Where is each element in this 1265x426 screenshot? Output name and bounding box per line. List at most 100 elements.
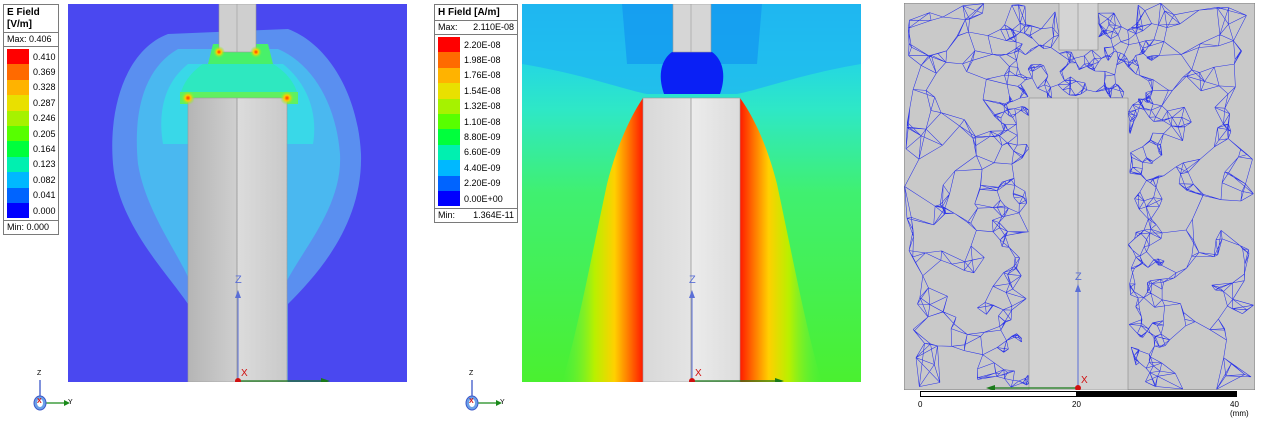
hfield-scale-swatch — [438, 190, 460, 207]
hfield-scale-row: 1.32E-08 — [438, 98, 514, 114]
hfield-plot-svg — [522, 4, 861, 382]
hfield-color-scale: 2.20E-08 1.98E-08 1.76E-08 1.54E-08 1.32E-08… — [435, 35, 517, 208]
hfield-scale-row: 1.10E-08 — [438, 113, 514, 130]
efield-scale-row: 0.287 — [7, 95, 56, 111]
hfield-scale-value: 1.10E-08 — [464, 116, 501, 127]
axis-triad-icon: Z X Y — [28, 370, 78, 416]
efield-plot: Z X — [68, 4, 407, 382]
hfield-scale-value: 1.98E-08 — [464, 55, 501, 66]
hfield-scale-value: 2.20E-08 — [464, 39, 501, 50]
efield-scale-value: 0.328 — [33, 82, 56, 93]
efield-scale-row: 0.082 — [7, 172, 56, 188]
hfield-scale-row: 1.76E-08 — [438, 67, 514, 84]
hfield-scale-row: 4.40E-09 — [438, 160, 514, 176]
efield-scale-swatch — [7, 156, 29, 173]
triad-x-label: X — [37, 398, 42, 405]
efield-scale-row: 0.328 — [7, 79, 56, 96]
efield-scale-swatch — [7, 187, 29, 203]
hfield-scale-value: 0.00E+00 — [464, 193, 503, 204]
efield-scale-value: 0.000 — [33, 205, 56, 216]
triad-z-label: Z — [37, 370, 42, 377]
efield-scale-row: 0.205 — [7, 125, 56, 142]
hfield-scale-row: 1.98E-08 — [438, 52, 514, 68]
efield-scale-value: 0.246 — [33, 113, 56, 124]
hfield-scale-row: 2.20E-09 — [438, 175, 514, 191]
hfield-legend: H Field [A/m] Max: 2.110E-08 2.20E-08 1.9… — [434, 4, 518, 224]
hfield-scale-row: 2.20E-08 — [438, 37, 514, 53]
triad-z-label: Z — [469, 370, 474, 377]
hfield-scale-swatch — [438, 83, 460, 99]
efield-scale-row: 0.246 — [7, 110, 56, 126]
efield-scale-value: 0.287 — [33, 97, 56, 108]
efield-scale-row: 0.000 — [7, 202, 56, 219]
efield-scale-swatch — [7, 141, 29, 157]
hfield-scale-value: 1.54E-08 — [464, 85, 501, 96]
efield-max: Max: 0.406 — [4, 32, 58, 47]
efield-scale-value: 0.082 — [33, 174, 56, 185]
efield-x-axis-label: X — [241, 368, 248, 379]
hfield-max-value: 2.110E-08 — [473, 22, 514, 32]
efield-scale-value: 0.410 — [33, 51, 56, 62]
hfield-scale-row: 0.00E+00 — [438, 190, 514, 207]
scale-bar-white-segment — [920, 391, 1077, 397]
efield-scale-row: 0.123 — [7, 156, 56, 173]
efield-min: Min: 0.000 — [4, 220, 58, 234]
hfield-z-axis-label: Z — [689, 274, 696, 286]
hfield-min-label: Min: — [438, 210, 456, 221]
efield-scale-swatch — [7, 110, 29, 126]
efield-scale-swatch — [7, 79, 29, 96]
efield-scale-swatch — [7, 172, 29, 188]
scale-bar-black-segment — [1077, 391, 1237, 397]
hfield-scale-row: 1.54E-08 — [438, 83, 514, 99]
efield-scale-swatch — [7, 125, 29, 142]
hfield-scale-swatch — [438, 113, 460, 130]
hfield-max: Max: 2.110E-08 — [435, 20, 517, 35]
efield-scale-value: 0.205 — [33, 128, 56, 139]
hfield-scale-swatch — [438, 52, 460, 68]
efield-legend-title: E Field [V/m] — [4, 5, 58, 32]
scale-tick-20: 20 — [1072, 400, 1081, 409]
mesh-z-axis-label: Z — [1075, 271, 1082, 283]
hfield-scale-value: 2.20E-09 — [464, 178, 501, 189]
hfield-legend-title: H Field [A/m] — [438, 7, 500, 18]
axis-triad-icon: Z X Y — [460, 370, 510, 416]
hfield-scale-swatch — [438, 98, 460, 114]
hfield-scale-row: 8.80E-09 — [438, 129, 514, 145]
efield-scale-value: 0.041 — [33, 190, 56, 201]
hfield-scale-swatch — [438, 67, 460, 84]
hfield-scale-value: 6.60E-09 — [464, 147, 501, 158]
hfield-scale-swatch — [438, 175, 460, 191]
mesh-plot: Z X — [904, 3, 1255, 390]
hfield-scale-swatch — [438, 129, 460, 145]
efield-scale-value: 0.164 — [33, 144, 56, 155]
triad-x-label: X — [469, 398, 474, 405]
efield-scale-row: 0.369 — [7, 64, 56, 80]
hfield-scale-swatch — [438, 160, 460, 176]
hfield-scale-value: 8.80E-09 — [464, 132, 501, 143]
hfield-x-axis-label: X — [695, 368, 702, 379]
efield-color-scale: 0.410 0.369 0.328 0.287 0.246 0.205 0.164 0.123… — [4, 47, 58, 220]
hfield-plot: Z X — [522, 4, 861, 382]
hfield-scale-swatch — [438, 37, 460, 53]
efield-scale-row: 0.041 — [7, 187, 56, 203]
efield-scale-swatch — [7, 49, 29, 65]
hfield-max-label: Max: — [438, 22, 458, 32]
hfield-scale-row: 6.60E-09 — [438, 144, 514, 161]
efield-scale-row: 0.164 — [7, 141, 56, 157]
efield-scale-value: 0.123 — [33, 159, 56, 170]
efield-scale-swatch — [7, 64, 29, 80]
efield-scale-row: 0.410 — [7, 49, 56, 65]
hfield-min: Min: 1.364E-11 — [435, 208, 517, 222]
efield-scale-value: 0.369 — [33, 67, 56, 78]
mesh-x-axis-label: X — [1081, 375, 1088, 386]
scale-tick-0: 0 — [918, 400, 923, 409]
efield-legend: E Field [V/m] Max: 0.406 0.410 0.369 0.328… — [3, 4, 59, 236]
hfield-scale-value: 1.76E-08 — [464, 70, 501, 81]
scale-bar: 0 20 40 (mm) — [918, 391, 1249, 418]
efield-plot-svg — [68, 4, 407, 382]
triad-y-label: Y — [500, 399, 505, 406]
efield-title-line2: [V/m] — [7, 19, 32, 30]
hfield-min-value: 1.364E-11 — [473, 210, 514, 221]
triad-y-label: Y — [68, 399, 73, 406]
efield-scale-swatch — [7, 202, 29, 219]
